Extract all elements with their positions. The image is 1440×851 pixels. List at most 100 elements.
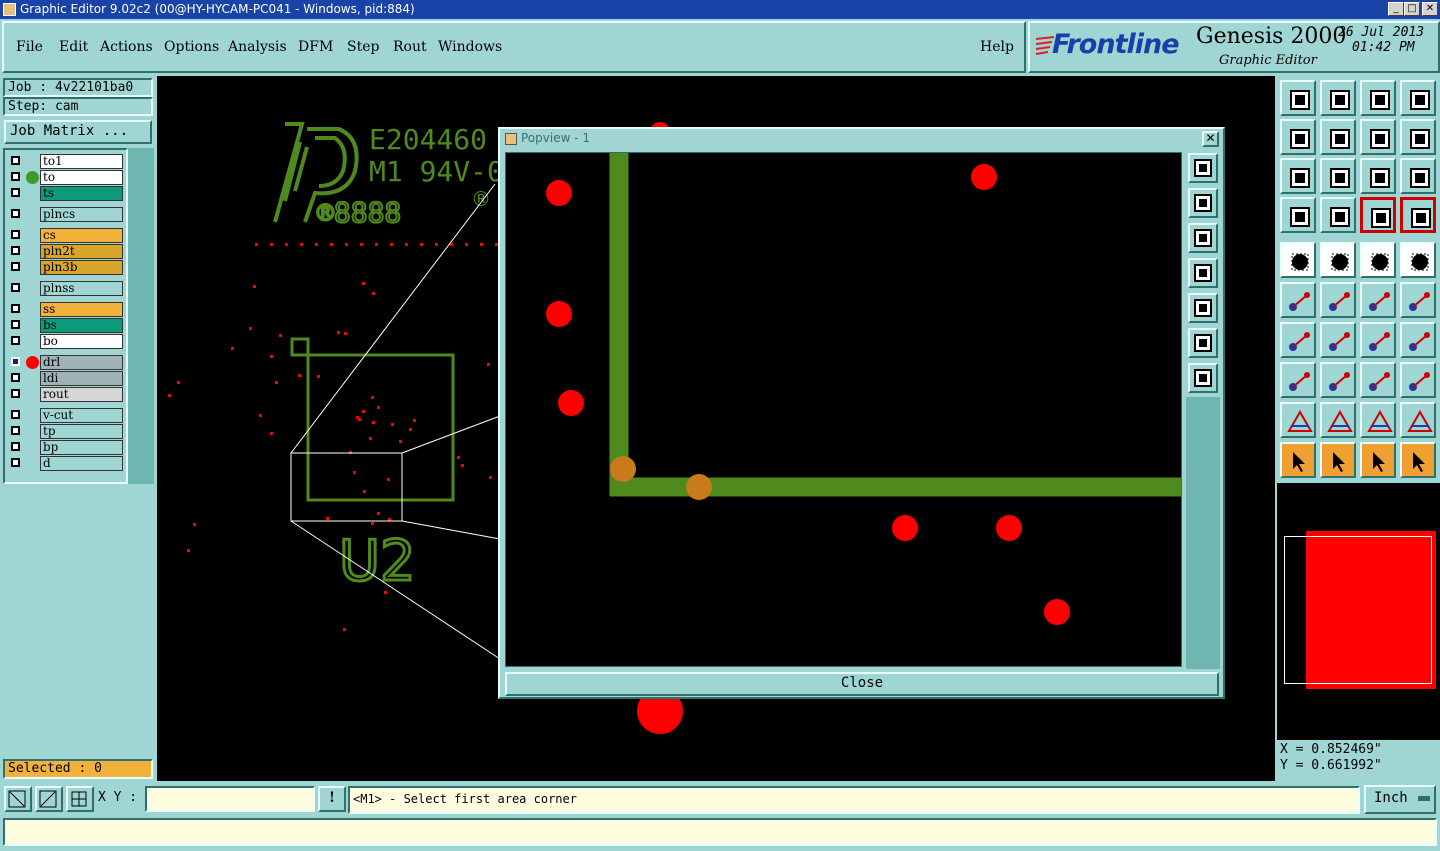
add-line-button[interactable] bbox=[1320, 242, 1356, 278]
layer-checkbox[interactable] bbox=[11, 442, 20, 451]
layer-list-scrollbar[interactable] bbox=[128, 148, 154, 484]
snap-off-button[interactable] bbox=[1400, 197, 1436, 233]
popview-close-button[interactable]: Close bbox=[505, 672, 1219, 696]
popview-zoom-view[interactable] bbox=[506, 153, 1182, 667]
menu-help[interactable]: Help bbox=[980, 39, 1014, 55]
layer-row-d[interactable]: d bbox=[8, 456, 124, 471]
layer-row-drl[interactable]: drl bbox=[8, 355, 124, 370]
layer-checkbox[interactable] bbox=[11, 426, 20, 435]
popview-center-button[interactable] bbox=[1188, 363, 1218, 393]
layer-row-pln2t[interactable]: pln2t bbox=[8, 244, 124, 259]
measure-button[interactable] bbox=[35, 786, 63, 812]
layer-row-to[interactable]: to bbox=[8, 170, 124, 185]
layer-checkbox[interactable] bbox=[11, 230, 20, 239]
help-button[interactable] bbox=[1400, 158, 1436, 194]
resize-button[interactable] bbox=[1360, 362, 1396, 398]
close-window-button[interactable]: ✕ bbox=[1422, 2, 1438, 16]
layer-checkbox[interactable] bbox=[11, 156, 20, 165]
angle-button[interactable] bbox=[1280, 322, 1316, 358]
layer-checkbox[interactable] bbox=[11, 389, 20, 398]
layer-row-tp[interactable]: tp bbox=[8, 424, 124, 439]
layer-row-pln3b[interactable]: pln3b bbox=[8, 260, 124, 275]
layer-checkbox[interactable] bbox=[11, 373, 20, 382]
layer-checkbox[interactable] bbox=[11, 262, 20, 271]
alert-button[interactable]: ! bbox=[318, 786, 346, 812]
net-button[interactable] bbox=[1400, 442, 1436, 478]
trapezoid-button[interactable] bbox=[1360, 402, 1396, 438]
grid-toggle-button[interactable] bbox=[1320, 197, 1356, 233]
settings-button[interactable] bbox=[1280, 197, 1316, 233]
undo-view-button[interactable] bbox=[1360, 119, 1396, 155]
split-view-button[interactable] bbox=[1400, 80, 1436, 116]
layer-checkbox[interactable] bbox=[11, 320, 20, 329]
layer-checkbox[interactable] bbox=[11, 357, 20, 366]
pan-right-button[interactable] bbox=[1320, 119, 1356, 155]
layer-row-cs[interactable]: cs bbox=[8, 228, 124, 243]
menu-windows[interactable]: Windows bbox=[438, 39, 502, 55]
contour-button[interactable] bbox=[1400, 402, 1436, 438]
popview-titlebar[interactable]: Popview - 1 ✕ bbox=[500, 129, 1223, 149]
pointer-select-button[interactable] bbox=[1360, 442, 1396, 478]
overview-panel[interactable] bbox=[1277, 483, 1440, 740]
triangle-button[interactable] bbox=[1280, 402, 1316, 438]
zoom-area-button[interactable] bbox=[4, 786, 32, 812]
layer-checkbox[interactable] bbox=[11, 246, 20, 255]
xy-input[interactable] bbox=[145, 786, 315, 812]
menu-rout[interactable]: Rout bbox=[393, 39, 427, 55]
layer-row-ldi[interactable]: ldi bbox=[8, 371, 124, 386]
copy-button[interactable] bbox=[1400, 282, 1436, 318]
layer-row-ts[interactable]: ts bbox=[8, 186, 124, 201]
layer-checkbox[interactable] bbox=[11, 336, 20, 345]
cross-button[interactable] bbox=[1320, 282, 1356, 318]
layer-row-to1[interactable]: to1 bbox=[8, 154, 124, 169]
arc-button[interactable] bbox=[1360, 322, 1396, 358]
popview-right-button[interactable] bbox=[1188, 293, 1218, 323]
shapes-button[interactable] bbox=[1400, 362, 1436, 398]
units-dropdown[interactable]: Inch bbox=[1364, 785, 1436, 814]
job-matrix-button[interactable]: Job Matrix ... bbox=[4, 120, 152, 144]
popview-left-button[interactable] bbox=[1188, 258, 1218, 288]
text-button[interactable] bbox=[1400, 322, 1436, 358]
add-pad-button[interactable] bbox=[1280, 242, 1316, 278]
popview-close-icon[interactable]: ✕ bbox=[1202, 131, 1219, 147]
pad-edit-button[interactable] bbox=[1280, 362, 1316, 398]
fit-all-button[interactable] bbox=[1280, 158, 1316, 194]
line-button[interactable] bbox=[1320, 322, 1356, 358]
layer-checkbox[interactable] bbox=[11, 458, 20, 467]
connect-button[interactable] bbox=[1280, 282, 1316, 318]
maximize-button[interactable]: □ bbox=[1404, 2, 1420, 16]
home-button[interactable] bbox=[1360, 80, 1396, 116]
menu-edit[interactable]: Edit bbox=[59, 39, 88, 55]
layer-row-plncs[interactable]: plncs bbox=[8, 207, 124, 222]
menu-file[interactable]: File bbox=[16, 39, 43, 55]
layer-checkbox[interactable] bbox=[11, 172, 20, 181]
popview-canvas[interactable] bbox=[505, 152, 1182, 667]
layer-checkbox[interactable] bbox=[11, 188, 20, 197]
layer-row-plnss[interactable]: plnss bbox=[8, 281, 124, 296]
layer-checkbox[interactable] bbox=[11, 410, 20, 419]
zoom-home-button[interactable] bbox=[1280, 80, 1316, 116]
layer-row-ss[interactable]: ss bbox=[8, 302, 124, 317]
polygon-button[interactable] bbox=[1320, 402, 1356, 438]
ruler-button[interactable] bbox=[1360, 242, 1396, 278]
redraw-button[interactable] bbox=[1400, 119, 1436, 155]
popview-zoom-button[interactable] bbox=[1188, 153, 1218, 183]
layer-row-bp[interactable]: bp bbox=[8, 440, 124, 455]
layer-row-bs[interactable]: bs bbox=[8, 318, 124, 333]
layer-row-rout[interactable]: rout bbox=[8, 387, 124, 402]
menu-analysis[interactable]: Analysis bbox=[228, 39, 287, 55]
popview-down-button[interactable] bbox=[1188, 223, 1218, 253]
menu-step[interactable]: Step bbox=[347, 39, 379, 55]
grid-button[interactable] bbox=[66, 786, 94, 812]
menu-options[interactable]: Options bbox=[164, 39, 219, 55]
center-button[interactable] bbox=[1320, 158, 1356, 194]
snap-on-button[interactable] bbox=[1360, 197, 1396, 233]
layer-row-v-cut[interactable]: v-cut bbox=[8, 408, 124, 423]
pointer-box-button[interactable] bbox=[1320, 442, 1356, 478]
overview-viewport[interactable] bbox=[1284, 536, 1432, 684]
popview-fit-button[interactable] bbox=[1188, 328, 1218, 358]
layer-checkbox[interactable] bbox=[11, 209, 20, 218]
pointer-button[interactable] bbox=[1280, 442, 1316, 478]
zoom-down-button[interactable] bbox=[1320, 80, 1356, 116]
menu-actions[interactable]: Actions bbox=[100, 39, 153, 55]
